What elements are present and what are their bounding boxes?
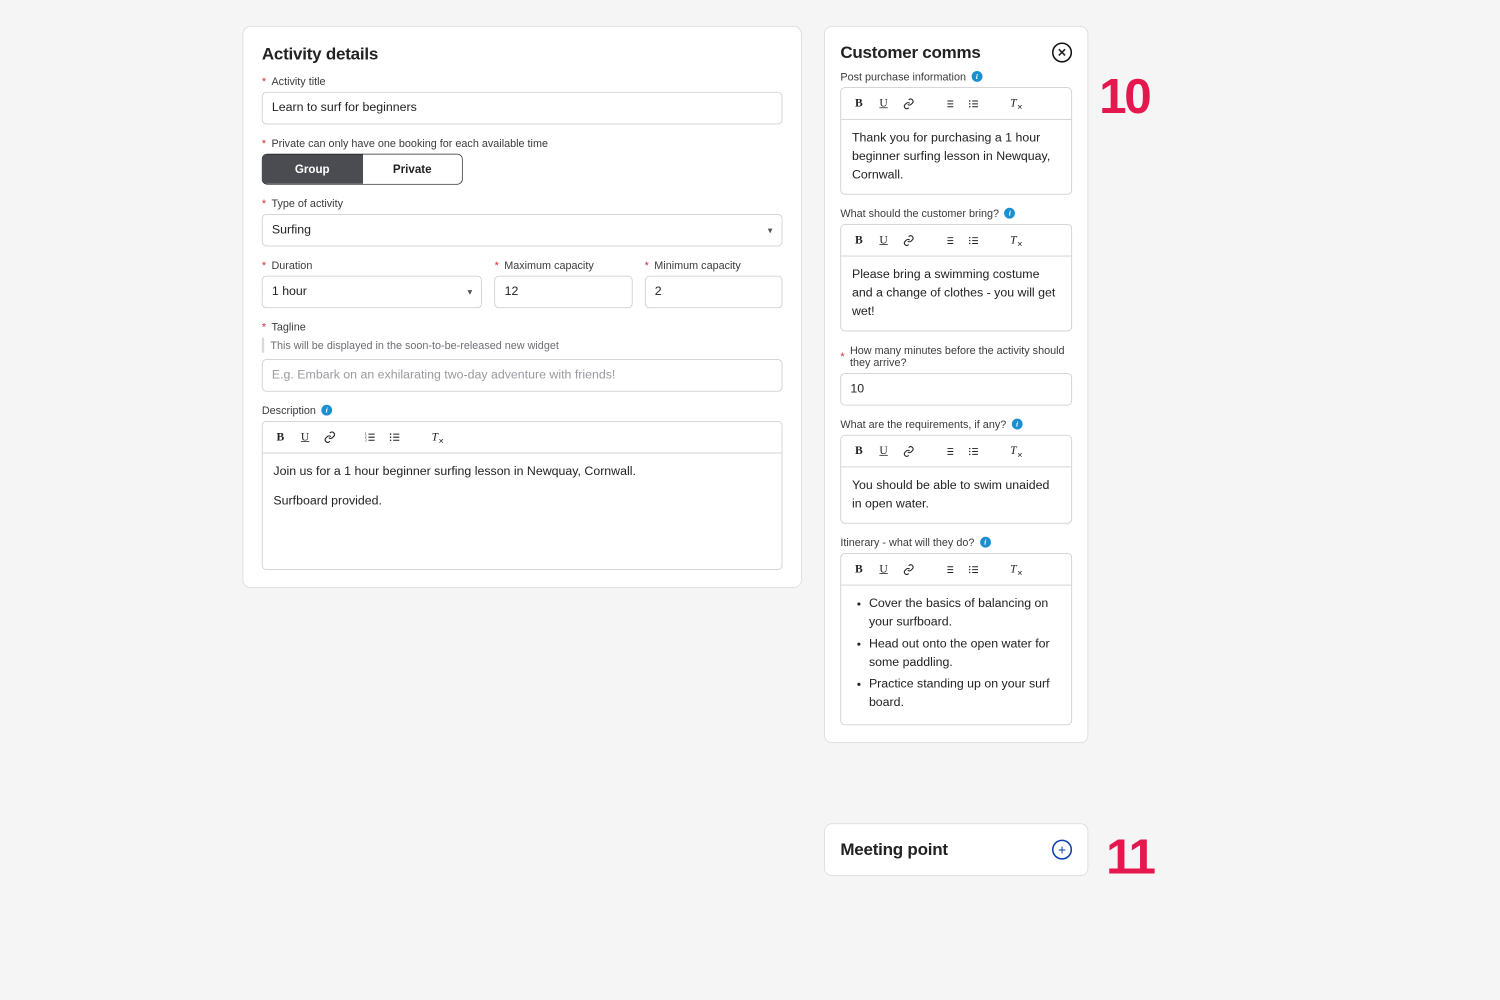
- activity-title-input[interactable]: [262, 92, 783, 124]
- info-icon[interactable]: i: [971, 71, 982, 82]
- post-purchase-label: Post purchase information i: [840, 70, 1072, 82]
- bold-button[interactable]: B: [270, 427, 290, 447]
- ordered-list-button[interactable]: [938, 230, 958, 250]
- ordered-list-button[interactable]: [938, 93, 958, 113]
- svg-text:3: 3: [365, 438, 367, 442]
- underline-button[interactable]: U: [874, 93, 894, 113]
- clear-format-button[interactable]: T✕: [1003, 559, 1023, 579]
- annotation-number-11: 11: [1106, 828, 1154, 885]
- description-toolbar: B U 123 T✕: [263, 422, 782, 454]
- bold-button[interactable]: B: [849, 441, 869, 461]
- link-button[interactable]: [898, 93, 918, 113]
- activity-type-label: *Type of activity: [262, 197, 783, 209]
- bullet-list-button[interactable]: [963, 93, 983, 113]
- itinerary-content[interactable]: Cover the basics of balancing on your su…: [841, 585, 1071, 724]
- tagline-input[interactable]: [262, 359, 783, 391]
- itinerary-toolbar: B U T✕: [841, 554, 1071, 586]
- activity-type-select[interactable]: Surfing ▾: [262, 214, 783, 246]
- ordered-list-button[interactable]: 123: [360, 427, 380, 447]
- max-capacity-input[interactable]: [495, 276, 633, 308]
- requirements-label: What are the requirements, if any? i: [840, 418, 1072, 430]
- requirements-content[interactable]: You should be able to swim unaided in op…: [841, 467, 1071, 523]
- post-purchase-toolbar: B U T✕: [841, 88, 1071, 120]
- info-icon[interactable]: i: [1004, 208, 1015, 219]
- activity-details-title: Activity details: [262, 44, 783, 64]
- bullet-list-button[interactable]: [963, 441, 983, 461]
- info-icon[interactable]: i: [321, 405, 332, 416]
- description-content[interactable]: Join us for a 1 hour beginner surfing le…: [263, 453, 782, 569]
- clear-format-button[interactable]: T✕: [1003, 441, 1023, 461]
- clear-format-button[interactable]: T✕: [1003, 93, 1023, 113]
- arrive-minutes-input[interactable]: [840, 373, 1072, 405]
- itinerary-label: Itinerary - what will they do? i: [840, 536, 1072, 548]
- arrive-label: *How many minutes before the activity sh…: [840, 344, 1072, 369]
- customer-comms-title: Customer comms: [840, 42, 980, 62]
- booking-type-toggle: Group Private: [262, 154, 463, 185]
- bring-editor: B U T✕ Please bring a swimming costume a…: [840, 224, 1072, 331]
- duration-label: *Duration: [262, 259, 482, 271]
- booking-type-group[interactable]: Group: [263, 154, 362, 183]
- bullet-list-button[interactable]: [963, 230, 983, 250]
- activity-type-value: Surfing: [272, 223, 311, 237]
- customer-comms-card: Customer comms ✕ Post purchase informati…: [824, 26, 1088, 743]
- clear-format-button[interactable]: T✕: [1003, 230, 1023, 250]
- post-purchase-editor: B U T✕ Thank you for purchasing a 1 hour…: [840, 87, 1072, 194]
- link-button[interactable]: [898, 441, 918, 461]
- min-capacity-label: *Minimum capacity: [645, 259, 783, 271]
- requirements-editor: B U T✕ You should be able to swim unaide…: [840, 435, 1072, 524]
- meeting-point-title: Meeting point: [840, 840, 947, 860]
- post-purchase-content[interactable]: Thank you for purchasing a 1 hour beginn…: [841, 120, 1071, 194]
- bring-content[interactable]: Please bring a swimming costume and a ch…: [841, 256, 1071, 330]
- chevron-down-icon: ▾: [768, 225, 773, 236]
- activity-details-card: Activity details *Activity title *Privat…: [243, 26, 802, 588]
- underline-button[interactable]: U: [295, 427, 315, 447]
- annotation-number-10: 10: [1099, 67, 1149, 124]
- underline-button[interactable]: U: [874, 230, 894, 250]
- description-label: Description i: [262, 404, 783, 416]
- clear-format-button[interactable]: T✕: [425, 427, 445, 447]
- bring-toolbar: B U T✕: [841, 225, 1071, 257]
- booking-type-private[interactable]: Private: [362, 154, 462, 183]
- bold-button[interactable]: B: [849, 230, 869, 250]
- chevron-down-icon: ▾: [468, 287, 473, 298]
- ordered-list-button[interactable]: [938, 559, 958, 579]
- info-icon[interactable]: i: [980, 537, 991, 548]
- link-button[interactable]: [320, 427, 340, 447]
- requirements-toolbar: B U T✕: [841, 436, 1071, 468]
- activity-title-label: *Activity title: [262, 75, 783, 87]
- description-editor: B U 123 T✕ Join us for a 1: [262, 421, 783, 570]
- ordered-list-button[interactable]: [938, 441, 958, 461]
- bullet-list-button[interactable]: [963, 559, 983, 579]
- min-capacity-input[interactable]: [645, 276, 783, 308]
- close-icon[interactable]: ✕: [1052, 42, 1072, 62]
- tagline-helper: This will be displayed in the soon-to-be…: [270, 339, 559, 351]
- max-capacity-label: *Maximum capacity: [495, 259, 633, 271]
- bold-button[interactable]: B: [849, 559, 869, 579]
- tagline-label: *Tagline: [262, 321, 783, 333]
- bold-button[interactable]: B: [849, 93, 869, 113]
- link-button[interactable]: [898, 230, 918, 250]
- link-button[interactable]: [898, 559, 918, 579]
- underline-button[interactable]: U: [874, 441, 894, 461]
- plus-icon[interactable]: +: [1052, 840, 1072, 860]
- meeting-point-card: Meeting point +: [824, 823, 1088, 876]
- duration-value: 1 hour: [272, 285, 307, 299]
- duration-select[interactable]: 1 hour ▾: [262, 276, 482, 308]
- bring-label: What should the customer bring? i: [840, 207, 1072, 219]
- itinerary-editor: B U T✕ Cover the basics of balancing on …: [840, 553, 1072, 725]
- booking-type-label: *Private can only have one booking for e…: [262, 137, 783, 149]
- underline-button[interactable]: U: [874, 559, 894, 579]
- info-icon[interactable]: i: [1012, 419, 1023, 430]
- helper-bar-icon: [262, 338, 264, 353]
- bullet-list-button[interactable]: [385, 427, 405, 447]
